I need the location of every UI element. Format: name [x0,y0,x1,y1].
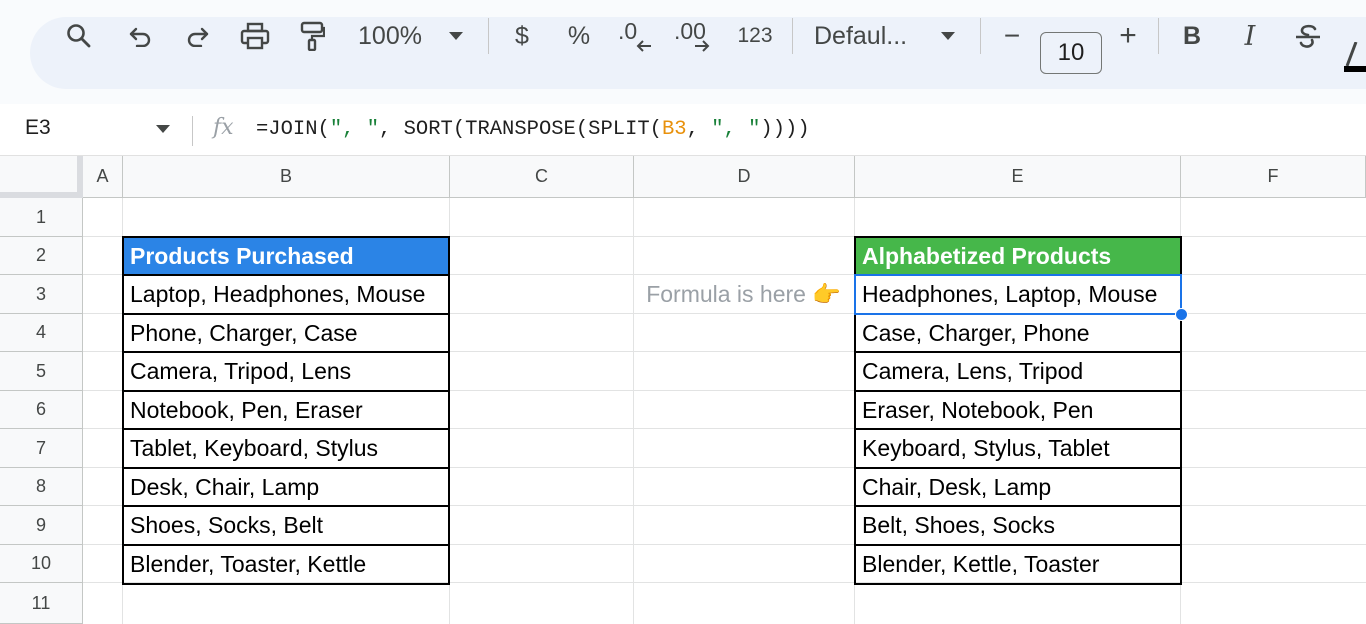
cell-b6[interactable]: Notebook, Pen, Eraser [122,390,450,430]
zoom-select[interactable]: 100% [350,0,430,72]
column-header-c[interactable]: C [450,156,634,198]
decrease-decimal-button[interactable]: .0 [614,0,656,72]
row-header-6[interactable]: 6 [0,391,83,429]
cell-e5[interactable]: Camera, Lens, Tripod [854,351,1182,392]
font-family-select[interactable]: Defaul... [814,0,922,72]
toolbar-divider [1158,18,1159,54]
undo-icon[interactable] [122,0,158,72]
formula-reference: B3 [661,118,687,141]
cell-b3[interactable]: Laptop, Headphones, Mouse [122,274,450,315]
formula-part: =JOIN( [256,118,330,141]
row-header-11[interactable]: 11 [0,583,83,624]
cell-e8[interactable]: Chair, Desk, Lamp [854,467,1182,507]
italic-button[interactable]: I [1234,0,1266,72]
column-header-a[interactable]: A [83,156,123,198]
name-box[interactable]: E3 [25,116,51,140]
row-header-9[interactable]: 9 [0,506,83,545]
toolbar-divider [792,18,793,54]
formula-part: )))) [760,118,810,141]
arrow-left-icon [636,40,651,52]
row-header-10[interactable]: 10 [0,545,83,583]
toolbar-divider [980,18,981,54]
font-dropdown-icon[interactable] [936,0,960,72]
strikethrough-icon[interactable] [1290,0,1326,72]
formula-input[interactable]: =JOIN(", ", SORT(TRANSPOSE(SPLIT(B3, ", … [256,118,810,141]
toolbar-area: 100% $ % .0 .00 123 Defaul... − 10 + B I [0,0,1366,104]
cell-b10[interactable]: Blender, Toaster, Kettle [122,544,450,585]
row-header-1[interactable]: 1 [0,198,83,237]
text-color-icon[interactable] [1344,42,1366,72]
decrease-font-size-button[interactable]: − [996,0,1028,72]
gridline [633,198,634,624]
select-all-corner[interactable] [0,156,83,198]
cell-b7[interactable]: Tablet, Keyboard, Stylus [122,428,450,469]
column-header-e[interactable]: E [855,156,1181,198]
currency-format-button[interactable]: $ [506,0,538,72]
cell-e4[interactable]: Case, Charger, Phone [854,313,1182,353]
decrease-decimal-label: .0 [618,18,638,44]
print-icon[interactable] [236,0,274,72]
formula-string: ", " [711,118,761,141]
column-header-d[interactable]: D [634,156,855,198]
cell-e6[interactable]: Eraser, Notebook, Pen [854,390,1182,430]
row-header-8[interactable]: 8 [0,468,83,506]
cell-e9[interactable]: Belt, Shoes, Socks [854,505,1182,546]
name-box-dropdown-icon[interactable] [156,125,170,133]
formula-part: , SORT(TRANSPOSE(SPLIT( [379,118,662,141]
row-header-5[interactable]: 5 [0,352,83,391]
active-cell-selection [854,274,1182,315]
cell-b2-header[interactable]: Products Purchased [122,236,450,276]
toolbar-divider [488,18,489,54]
formula-bar: E3 fx =JOIN(", ", SORT(TRANSPOSE(SPLIT(B… [0,104,1366,156]
formula-bar-divider [192,116,193,146]
more-formats-button[interactable]: 123 [734,0,776,72]
cell-b5[interactable]: Camera, Tripod, Lens [122,351,450,392]
bold-button[interactable]: B [1176,0,1208,72]
redo-icon[interactable] [180,0,216,72]
cell-e10[interactable]: Blender, Kettle, Toaster [854,544,1182,585]
spreadsheet-grid: A B C D E F 1 2 3 4 5 6 7 8 9 10 11 Prod… [0,156,1366,624]
cell-e2-header[interactable]: Alphabetized Products [854,236,1182,276]
column-header-b[interactable]: B [123,156,450,198]
font-size-input[interactable]: 10 [1040,32,1102,74]
row-header-4[interactable]: 4 [0,314,83,352]
cell-b8[interactable]: Desk, Chair, Lamp [122,467,450,507]
formula-string: ", " [329,118,380,141]
fill-handle[interactable] [1175,308,1188,321]
paint-format-icon[interactable] [294,0,330,72]
column-header-f[interactable]: F [1181,156,1366,198]
increase-font-size-button[interactable]: + [1112,0,1144,72]
fx-icon: fx [213,115,234,140]
cell-e7[interactable]: Keyboard, Stylus, Tablet [854,428,1182,469]
zoom-dropdown-icon[interactable] [444,0,468,72]
row-header-7[interactable]: 7 [0,429,83,468]
cell-d3-note[interactable]: Formula is here 👉 [634,275,855,314]
search-menus-icon[interactable] [60,0,98,72]
arrow-right-icon [695,40,710,52]
row-header-2[interactable]: 2 [0,237,83,275]
percent-format-button[interactable]: % [562,0,596,72]
cell-b4[interactable]: Phone, Charger, Case [122,313,450,353]
increase-decimal-button[interactable]: .00 [672,0,720,72]
formula-part: , [686,118,712,141]
cell-b9[interactable]: Shoes, Socks, Belt [122,505,450,546]
row-header-3[interactable]: 3 [0,275,83,314]
